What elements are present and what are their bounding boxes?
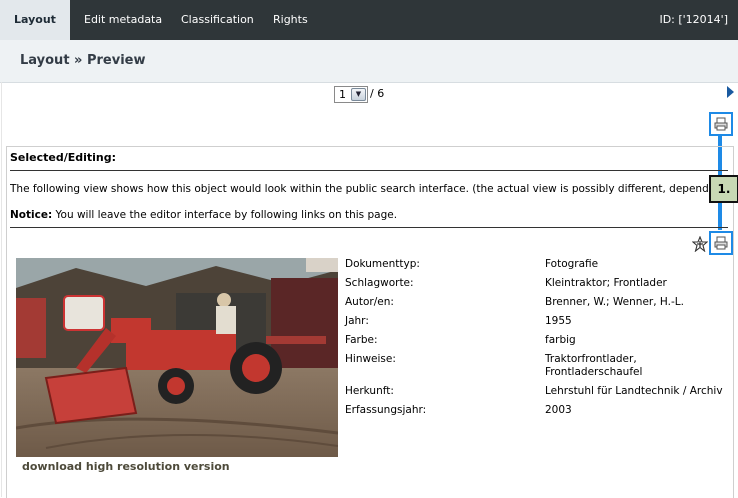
metadata-key: Erfassungsjahr: — [345, 404, 427, 416]
tab-layout[interactable]: Layout — [0, 0, 70, 40]
metadata-key: Dokumenttyp: — [345, 258, 420, 270]
selected-editing-heading: Selected/Editing: — [10, 151, 117, 164]
page-title-bar: Layout » Preview — [0, 40, 738, 83]
preview-description: The following view shows how this object… — [10, 183, 710, 195]
page-select-value: 1 — [339, 88, 346, 101]
print-button-top[interactable] — [709, 112, 733, 136]
metadata-key: Jahr: — [345, 315, 369, 327]
tractor-photo-image — [16, 258, 338, 457]
add-favorite-icon[interactable] — [692, 236, 708, 252]
top-nav-bar: Layout Edit metadata Classification Righ… — [0, 0, 738, 40]
page-title: Layout » Preview — [20, 53, 146, 68]
metadata-key: Hinweise: — [345, 353, 396, 365]
divider — [1, 82, 2, 497]
next-page-arrow-icon[interactable] — [727, 86, 734, 98]
divider — [10, 227, 728, 228]
metadata-key: Farbe: — [345, 334, 378, 346]
page-total: / 6 — [370, 87, 385, 100]
tab-classification[interactable]: Classification — [181, 0, 254, 40]
metadata-value: 2003 — [545, 404, 572, 416]
notice-label: Notice: — [10, 209, 53, 221]
download-hires-link[interactable]: download high resolution version — [22, 460, 230, 473]
metadata-value: Brenner, W.; Wenner, H.-L. — [545, 296, 684, 308]
print-icon — [714, 117, 728, 131]
object-id-label: ID: ['12014'] — [659, 13, 728, 26]
notice-text: You will leave the editor interface by f… — [52, 209, 398, 221]
callout-marker: 1. — [709, 175, 738, 203]
print-icon — [714, 236, 728, 250]
divider — [10, 170, 728, 171]
tab-edit-metadata[interactable]: Edit metadata — [84, 0, 162, 40]
metadata-key: Herkunft: — [345, 385, 394, 397]
metadata-key: Autor/en: — [345, 296, 394, 308]
metadata-value: Fotografie — [545, 258, 599, 270]
metadata-value: 1955 — [545, 315, 572, 327]
metadata-value: Traktorfrontlader, Frontladerschaufel — [545, 353, 643, 378]
page-select[interactable]: 1 ▼ — [334, 86, 368, 103]
metadata-value: farbig — [545, 334, 576, 346]
object-photo[interactable] — [16, 258, 338, 457]
print-button-detail[interactable] — [709, 231, 733, 255]
metadata-value: Kleintraktor; Frontlader — [545, 277, 667, 289]
tab-rights[interactable]: Rights — [273, 0, 308, 40]
notice-line: Notice: You will leave the editor interf… — [10, 209, 397, 222]
metadata-key: Schlagworte: — [345, 277, 414, 289]
chevron-down-icon[interactable]: ▼ — [351, 88, 366, 101]
metadata-value: Lehrstuhl für Landtechnik / Archiv — [545, 385, 723, 397]
